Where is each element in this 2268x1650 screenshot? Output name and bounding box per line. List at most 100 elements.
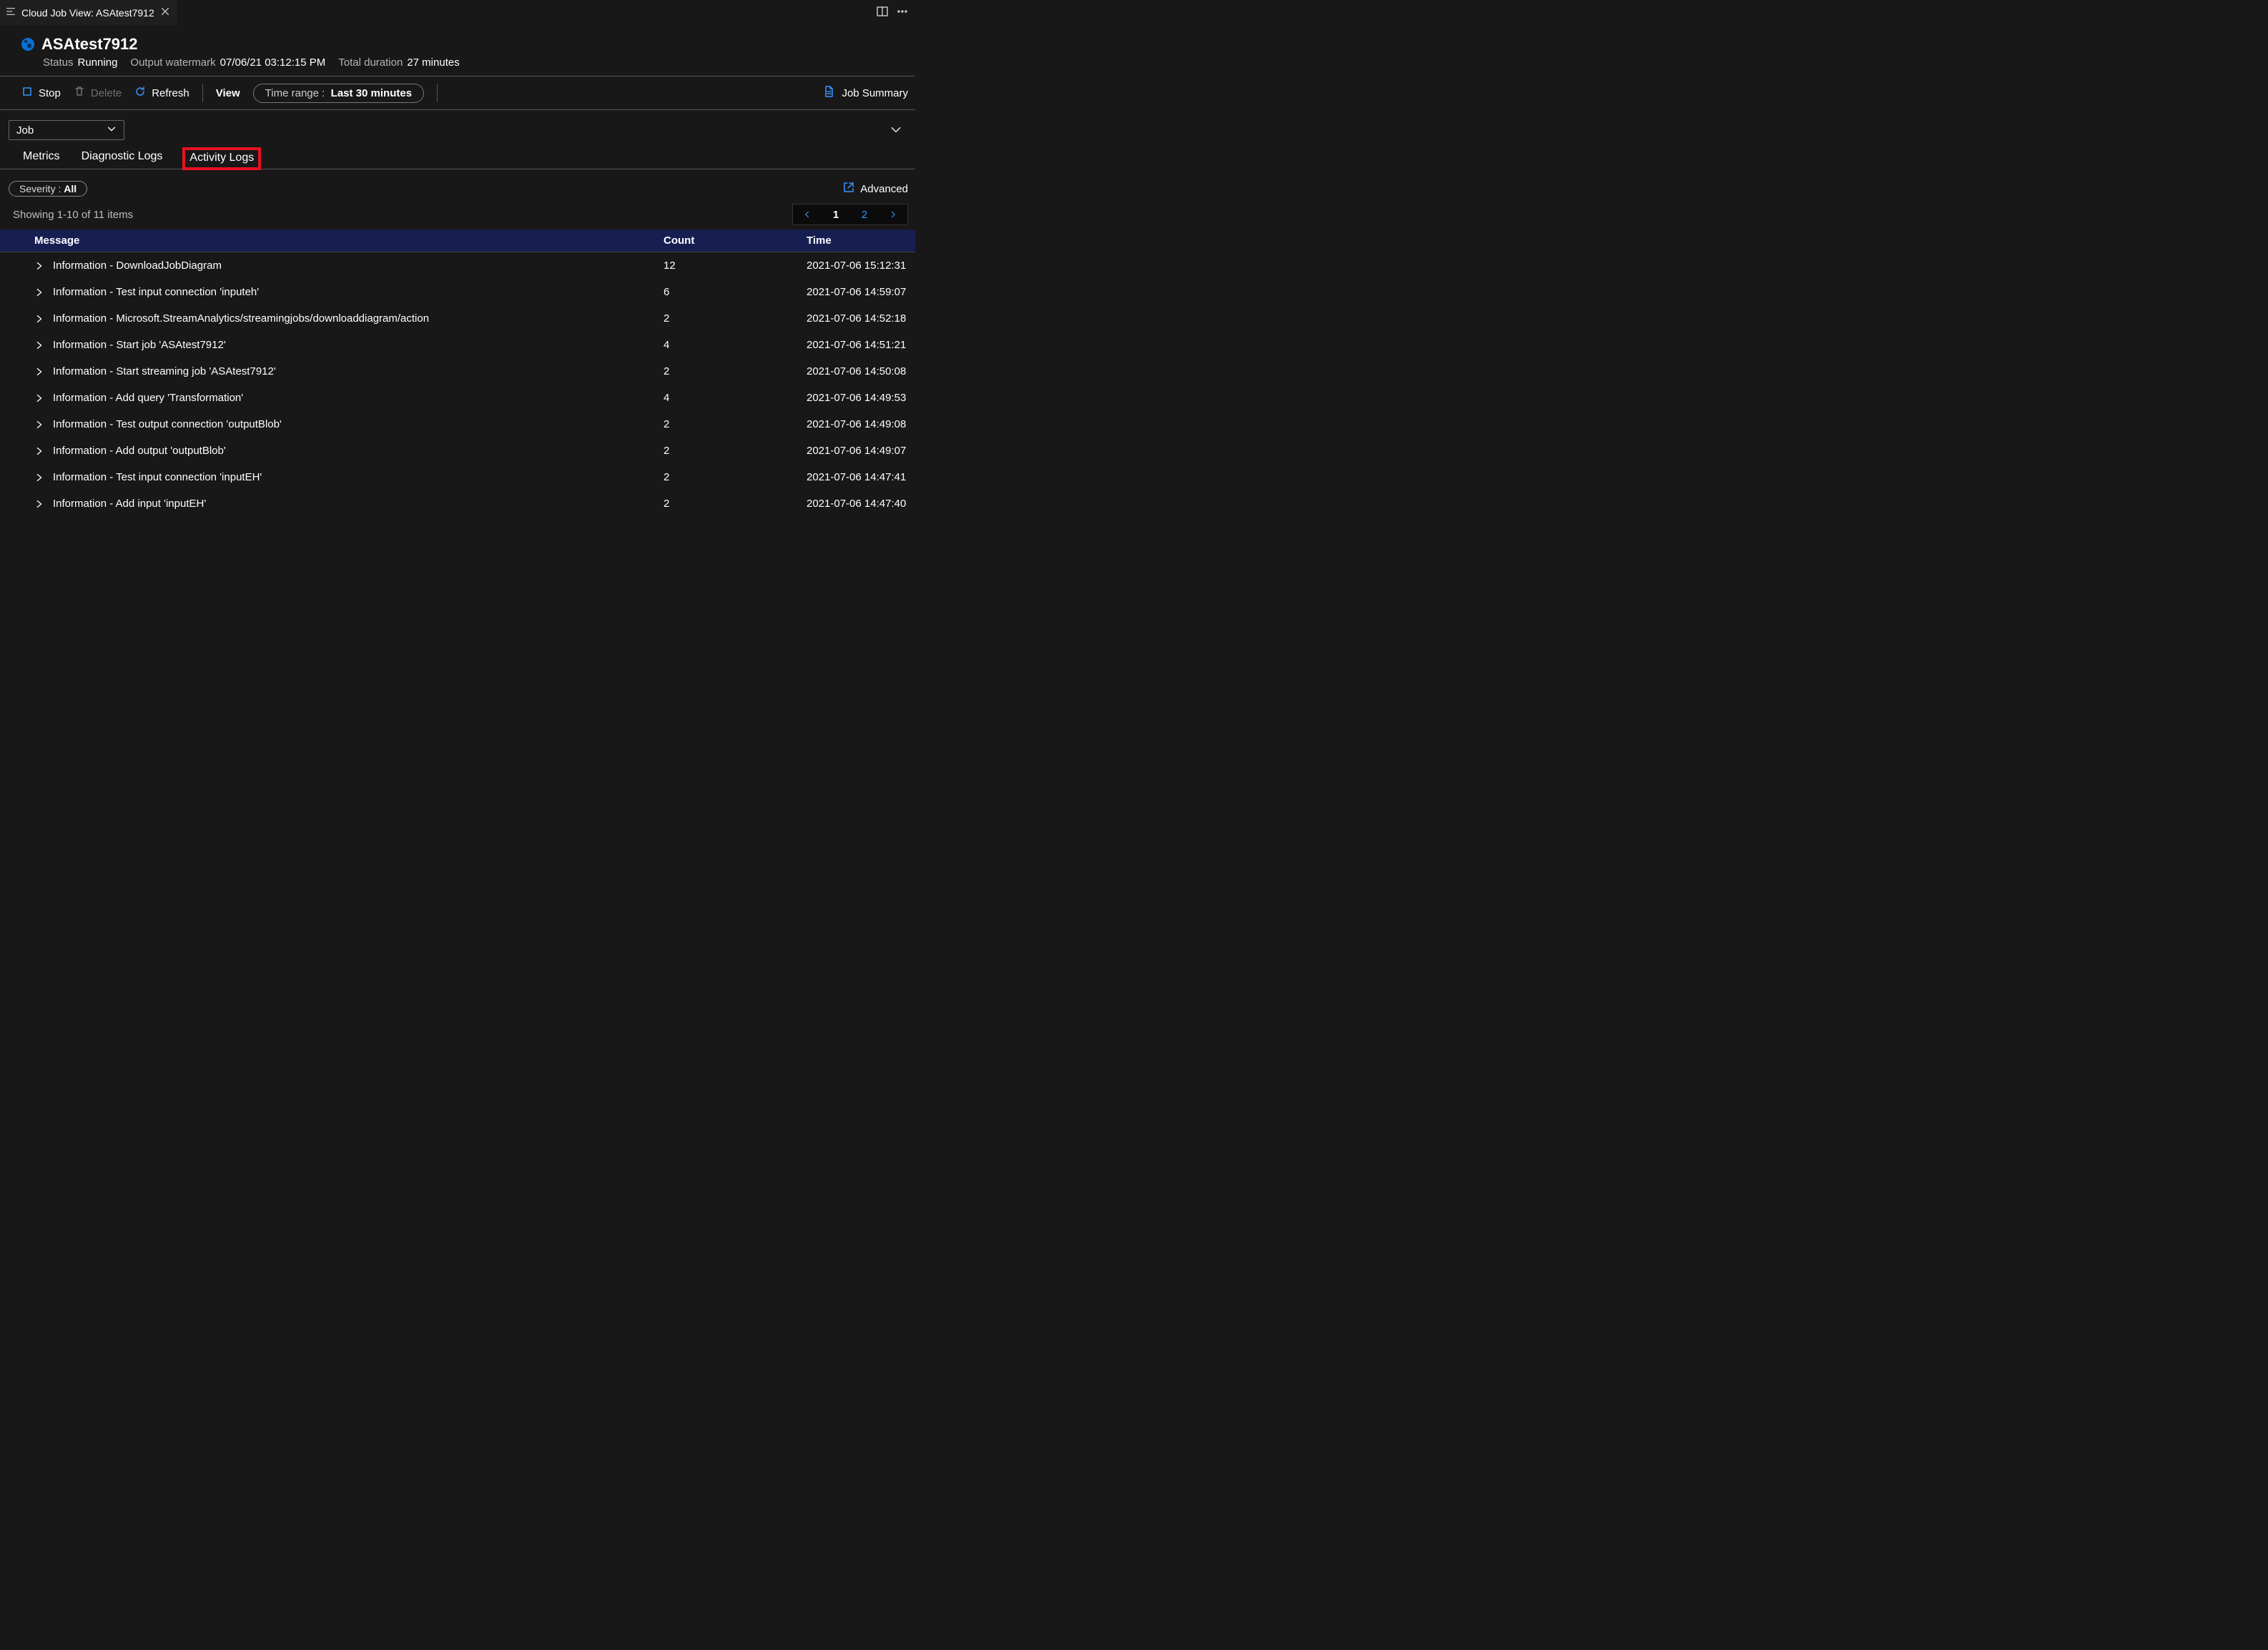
row-time: 2021-07-06 14:59:07 (807, 286, 915, 298)
row-message: Information - Start job 'ASAtest7912' (53, 339, 226, 351)
table-row[interactable]: Information - DownloadJobDiagram 122021-0… (0, 252, 915, 279)
row-count: 2 (664, 365, 807, 377)
duration-value: 27 minutes (407, 56, 459, 69)
trash-icon (74, 86, 85, 100)
tab-metrics-label: Metrics (23, 150, 60, 162)
tab-title: Cloud Job View: ASAtest7912 (21, 7, 154, 19)
severity-pill[interactable]: Severity : All (9, 181, 87, 197)
watermark-value: 07/06/21 03:12:15 PM (220, 56, 326, 69)
col-message[interactable]: Message (0, 234, 664, 247)
more-icon[interactable] (897, 6, 908, 19)
delete-label: Delete (91, 87, 122, 99)
divider (202, 84, 203, 102)
col-time[interactable]: Time (807, 234, 915, 247)
chevron-right-icon[interactable] (34, 367, 44, 377)
pager: 1 2 (792, 204, 908, 225)
chevron-right-icon[interactable] (34, 473, 44, 483)
scope-value: Job (16, 124, 34, 137)
table-row[interactable]: Information - Add query 'Transformation'… (0, 385, 915, 411)
filter-row: Severity : All Advanced (0, 169, 915, 202)
page-next[interactable] (879, 204, 907, 224)
job-header: ASAtest7912 Status Running Output waterm… (0, 25, 915, 76)
row-message: Information - Microsoft.StreamAnalytics/… (53, 312, 429, 325)
row-time: 2021-07-06 14:52:18 (807, 312, 915, 325)
showing-text: Showing 1-10 of 11 items (13, 209, 133, 221)
chevron-right-icon[interactable] (34, 393, 44, 403)
chevron-right-icon[interactable] (34, 261, 44, 271)
job-summary-button[interactable]: Job Summary (823, 86, 908, 100)
table-row[interactable]: Information - Test input connection 'inp… (0, 279, 915, 305)
scope-select[interactable]: Job (9, 120, 124, 140)
chevron-down-icon (107, 124, 117, 137)
row-time: 2021-07-06 15:12:31 (807, 260, 915, 272)
refresh-icon (134, 86, 146, 100)
job-title: ASAtest7912 (41, 35, 138, 54)
tab-diagnostic-label: Diagnostic Logs (82, 150, 163, 162)
row-count: 12 (664, 260, 807, 272)
severity-value: All (64, 183, 77, 194)
row-count: 2 (664, 498, 807, 510)
row-count: 4 (664, 392, 807, 404)
row-time: 2021-07-06 14:47:41 (807, 471, 915, 483)
editor-tab[interactable]: Cloud Job View: ASAtest7912 (0, 0, 177, 25)
stop-button[interactable]: Stop (21, 86, 61, 100)
stop-label: Stop (39, 87, 61, 99)
subtabs: Metrics Diagnostic Logs Activity Logs (0, 146, 915, 169)
menu-icon (6, 6, 16, 19)
split-editor-icon[interactable] (877, 6, 888, 19)
time-range-pill[interactable]: Time range : Last 30 minutes (253, 84, 424, 103)
row-time: 2021-07-06 14:49:08 (807, 418, 915, 430)
stop-icon (21, 86, 33, 100)
count-row: Showing 1-10 of 11 items 1 2 (0, 202, 915, 229)
chevron-right-icon[interactable] (34, 287, 44, 297)
page-prev[interactable] (793, 204, 822, 224)
table-row[interactable]: Information - Microsoft.StreamAnalytics/… (0, 305, 915, 332)
chevron-right-icon[interactable] (34, 499, 44, 509)
table-row[interactable]: Information - Test input connection 'inp… (0, 464, 915, 490)
table-row[interactable]: Information - Start job 'ASAtest7912'420… (0, 332, 915, 358)
row-time: 2021-07-06 14:49:07 (807, 445, 915, 457)
tab-metrics[interactable]: Metrics (21, 146, 61, 169)
table-row[interactable]: Information - Add output 'outputBlob'220… (0, 438, 915, 464)
divider (437, 84, 438, 102)
titlebar: Cloud Job View: ASAtest7912 (0, 0, 915, 25)
row-time: 2021-07-06 14:47:40 (807, 498, 915, 510)
col-count[interactable]: Count (664, 234, 807, 247)
tab-activity-label: Activity Logs (189, 152, 254, 164)
toolbar: Stop Delete Refresh View Time range : La… (0, 76, 915, 110)
table-row[interactable]: Information - Start streaming job 'ASAte… (0, 358, 915, 385)
status-value: Running (78, 56, 118, 69)
row-message: Information - Test output connection 'ou… (53, 418, 282, 430)
row-message: Information - Start streaming job 'ASAte… (53, 365, 276, 377)
table-row[interactable]: Information - Add input 'inputEH'22021-0… (0, 490, 915, 517)
close-icon[interactable] (160, 6, 170, 19)
tab-diagnostic-logs[interactable]: Diagnostic Logs (80, 146, 164, 169)
external-link-icon (843, 182, 854, 196)
chevron-down-icon[interactable] (889, 123, 902, 138)
chevron-right-icon[interactable] (34, 446, 44, 456)
document-icon (823, 86, 834, 100)
row-message: Information - Add output 'outputBlob' (53, 445, 226, 457)
row-count: 2 (664, 418, 807, 430)
time-range-label: Time range : (265, 87, 325, 99)
refresh-button[interactable]: Refresh (134, 86, 189, 100)
tab-activity-logs[interactable]: Activity Logs (182, 147, 261, 170)
row-count: 6 (664, 286, 807, 298)
page-2[interactable]: 2 (850, 204, 879, 224)
severity-label: Severity : (19, 183, 61, 194)
table-header: Message Count Time (0, 229, 915, 252)
chevron-right-icon[interactable] (34, 314, 44, 324)
delete-button[interactable]: Delete (74, 86, 122, 100)
advanced-link[interactable]: Advanced (843, 182, 908, 196)
row-count: 4 (664, 339, 807, 351)
table-row[interactable]: Information - Test output connection 'ou… (0, 411, 915, 438)
chevron-right-icon[interactable] (34, 420, 44, 430)
watermark-label: Output watermark (130, 56, 215, 69)
row-message: Information - Test input connection 'inp… (53, 471, 262, 483)
table-body: Information - DownloadJobDiagram122021-0… (0, 252, 915, 517)
row-time: 2021-07-06 14:49:53 (807, 392, 915, 404)
row-message: Information - DownloadJobDiagram (53, 260, 222, 272)
page-current[interactable]: 1 (822, 204, 850, 224)
view-label: View (216, 87, 240, 99)
chevron-right-icon[interactable] (34, 340, 44, 350)
